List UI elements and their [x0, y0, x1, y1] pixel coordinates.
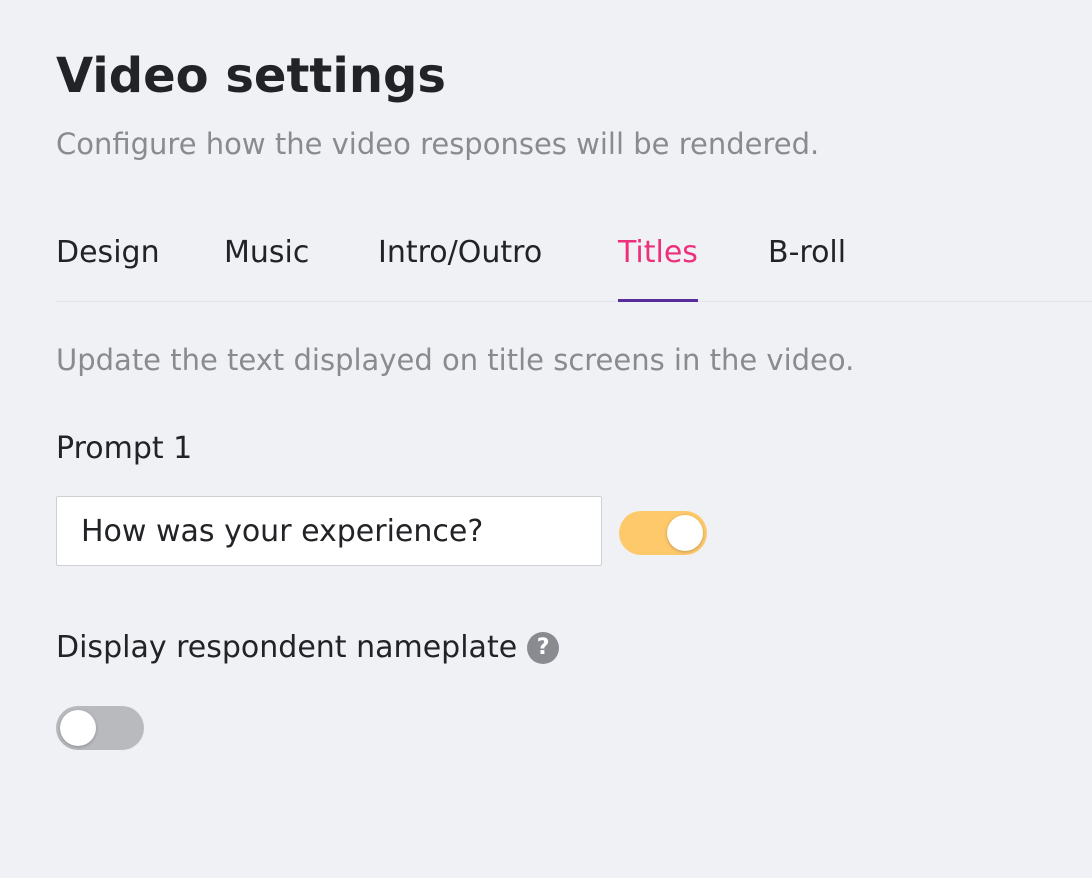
nameplate-label: Display respondent nameplate	[56, 630, 518, 665]
help-icon[interactable]: ?	[527, 632, 560, 664]
tab-b-roll[interactable]: B-roll	[768, 226, 846, 301]
page-title: Video settings	[56, 48, 446, 104]
tab-music[interactable]: Music	[224, 226, 309, 301]
prompt-1-toggle[interactable]	[619, 511, 707, 555]
prompt-1-input[interactable]	[56, 496, 602, 566]
toggle-knob	[667, 515, 703, 551]
tab-design[interactable]: Design	[56, 226, 160, 301]
nameplate-toggle[interactable]	[56, 706, 144, 750]
nameplate-setting: Display respondent nameplate ?	[56, 627, 560, 669]
toggle-knob	[60, 710, 96, 746]
prompt-1-label: Prompt 1	[56, 431, 193, 466]
tab-titles[interactable]: Titles	[618, 226, 698, 302]
video-settings-page: Video settings Configure how the video r…	[0, 0, 1092, 878]
tab-intro-outro[interactable]: Intro/Outro	[378, 226, 542, 301]
titles-description: Update the text displayed on title scree…	[56, 343, 855, 377]
settings-tabs: Design Music Intro/Outro Titles B-roll	[56, 226, 1092, 302]
page-subtitle: Configure how the video responses will b…	[56, 127, 820, 161]
